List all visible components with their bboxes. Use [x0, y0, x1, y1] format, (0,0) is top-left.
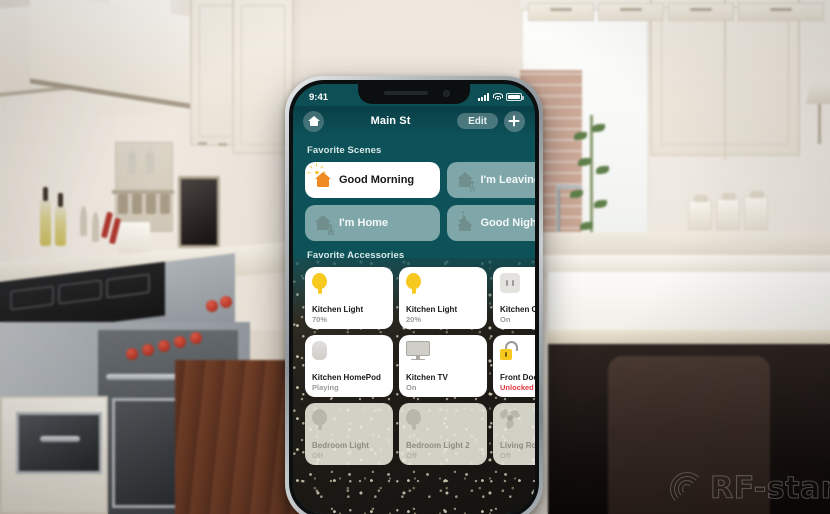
favorite-scenes-grid: Good Morning I'm Leaving I'm Home Good N…	[293, 162, 535, 241]
scene-card-im-home[interactable]: I'm Home	[305, 205, 440, 241]
front-camera-icon	[443, 90, 450, 97]
accessory-card-living-room-fan[interactable]: Living Room Fan Off	[493, 403, 535, 465]
accessory-card-kitchen-tv[interactable]: Kitchen TV On	[399, 335, 487, 397]
battery-icon	[506, 93, 524, 101]
homepod-icon	[312, 341, 327, 360]
lightbulb-icon	[312, 273, 327, 294]
moon-house-icon	[456, 210, 474, 232]
home-icon[interactable]	[303, 110, 324, 132]
accessory-name: Kitchen TV	[406, 372, 448, 382]
accessory-name: Kitchen Light	[406, 304, 458, 314]
accessory-state: Unlocked	[500, 382, 534, 392]
accessory-name: Bedroom Light 2	[406, 440, 470, 450]
nav-actions: Edit	[457, 110, 525, 132]
accessory-icon	[312, 273, 386, 295]
section-title-scenes: Favorite Scenes	[307, 145, 382, 156]
accessory-name: Front Door	[500, 372, 535, 382]
accessory-state: Off	[406, 450, 417, 460]
accessory-card-kitchen-outlet[interactable]: Kitchen Outlet On	[493, 267, 535, 329]
edit-button[interactable]: Edit	[457, 113, 498, 129]
accessory-text: Kitchen Outlet On	[500, 304, 535, 324]
scene-label: Good Morning	[339, 174, 415, 186]
phone-screen: 9:41 Main St Edit Favorite Scenes Good M…	[293, 84, 535, 514]
status-bar-indicators	[478, 93, 524, 101]
page-title: Main St	[370, 115, 411, 127]
scene-card-im-leaving[interactable]: I'm Leaving	[446, 162, 536, 198]
home-glyph	[307, 115, 320, 127]
scene-label: Good Night	[480, 217, 536, 229]
accessory-state: 70%	[312, 314, 328, 324]
fan-icon	[498, 408, 521, 430]
accessory-name: Kitchen HomePod	[312, 372, 381, 382]
accessory-card-bedroom-light-2[interactable]: Bedroom Light 2 Off	[399, 403, 487, 465]
phone-bezel: 9:41 Main St Edit Favorite Scenes Good M…	[289, 80, 539, 514]
accessory-icon	[498, 408, 535, 431]
cellular-signal-icon	[478, 93, 489, 101]
accessory-icon	[406, 341, 480, 363]
lightbulb-icon	[406, 409, 421, 430]
earpiece-speaker	[384, 91, 428, 95]
app-content: Favorite Scenes Good Morning I'm Leaving…	[293, 136, 535, 514]
accessory-state: 20%	[406, 314, 422, 324]
accessory-text: Living Room Fan Off	[500, 440, 535, 460]
accessory-name: Living Room Fan	[500, 440, 535, 450]
unlocked-padlock-icon	[500, 341, 519, 362]
lightbulb-icon	[406, 273, 421, 294]
outlet-icon	[500, 273, 520, 293]
accessory-text: Kitchen Light 70%	[312, 304, 386, 324]
accessory-card-kitchen-light-2[interactable]: Kitchen Light 20%	[399, 267, 487, 329]
accessory-text: Kitchen TV On	[406, 372, 480, 392]
house-person-icon	[314, 214, 332, 232]
accessory-card-front-door[interactable]: Front Door Unlocked	[493, 335, 535, 397]
accessory-text: Bedroom Light Off	[312, 440, 386, 460]
accessory-icon	[500, 341, 535, 363]
accessory-state: Off	[312, 450, 323, 460]
accessory-state: Off	[500, 450, 511, 460]
accessory-card-kitchen-homepod[interactable]: Kitchen HomePod Playing	[305, 335, 393, 397]
sunrise-house-icon	[307, 163, 332, 189]
scene-card-good-night[interactable]: Good Night	[446, 205, 536, 241]
accessory-state: On	[406, 382, 417, 392]
accessory-state: On	[500, 314, 511, 324]
accessory-text: Kitchen HomePod Playing	[312, 372, 386, 392]
accessory-state: Playing	[312, 382, 339, 392]
accessory-card-bedroom-light[interactable]: Bedroom Light Off	[305, 403, 393, 465]
accessory-icon	[312, 341, 386, 363]
lightbulb-icon	[312, 409, 327, 430]
accessory-text: Bedroom Light 2 Off	[406, 440, 480, 460]
accessory-card-kitchen-light-1[interactable]: Kitchen Light 70%	[305, 267, 393, 329]
wifi-icon	[492, 93, 503, 101]
phone-notch	[358, 84, 470, 104]
scene-card-good-morning[interactable]: Good Morning	[305, 162, 440, 198]
app-nav-bar: Main St Edit	[293, 106, 535, 136]
accessory-text: Kitchen Light 20%	[406, 304, 480, 324]
favorite-accessories-grid: Kitchen Light 70% Kitchen Light 20% Kitc…	[293, 267, 535, 465]
scene-label: I'm Home	[339, 217, 389, 229]
add-button[interactable]	[503, 110, 525, 132]
accessory-icon	[406, 409, 480, 431]
accessory-name: Bedroom Light	[312, 440, 369, 450]
accessory-icon	[312, 409, 386, 431]
accessory-name: Kitchen Light	[312, 304, 364, 314]
accessory-icon	[500, 273, 535, 295]
scene-label: I'm Leaving	[480, 174, 536, 186]
smartphone-mockup: 9:41 Main St Edit Favorite Scenes Good M…	[285, 76, 543, 514]
accessory-name: Kitchen Outlet	[500, 304, 535, 314]
house-person-icon	[456, 171, 474, 189]
accessory-text: Front Door Unlocked	[500, 372, 535, 392]
television-icon	[406, 341, 430, 361]
status-bar-time: 9:41	[309, 91, 329, 103]
section-title-accessories: Favorite Accessories	[307, 250, 405, 261]
accessory-icon	[406, 273, 480, 295]
